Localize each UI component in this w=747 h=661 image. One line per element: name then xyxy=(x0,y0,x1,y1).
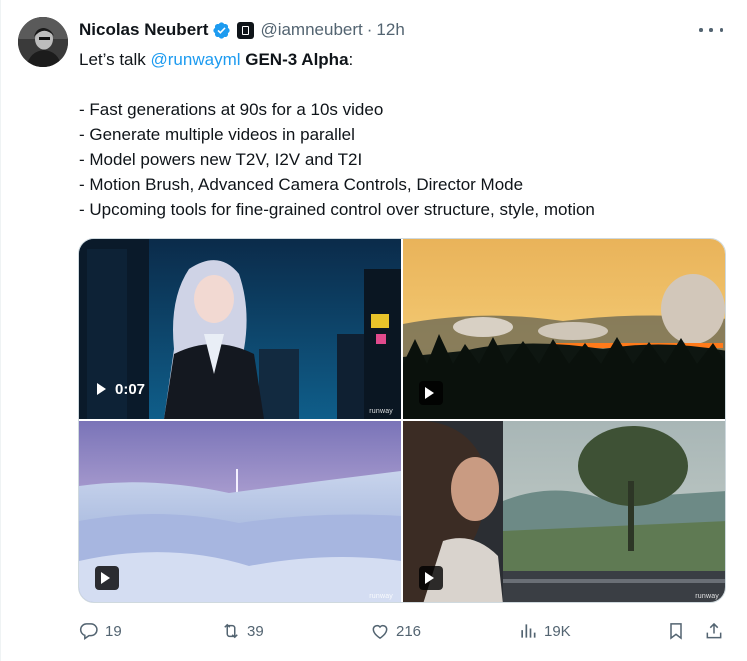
repost-button[interactable]: 39 xyxy=(221,618,264,644)
intro-suffix: : xyxy=(348,50,354,69)
views-button[interactable]: 19K xyxy=(518,618,571,644)
video-thumbnail-3[interactable]: runway xyxy=(79,421,401,602)
view-count: 19K xyxy=(544,622,571,640)
verified-badge-icon[interactable] xyxy=(212,21,231,40)
video-thumbnail-2[interactable] xyxy=(403,239,725,419)
timestamp[interactable]: 12h xyxy=(376,20,404,40)
video-thumbnail-1[interactable]: 0:07 runway xyxy=(79,239,401,419)
watermark: runway xyxy=(369,408,393,415)
analytics-icon xyxy=(521,624,536,638)
tweet-text: Let’s talk @runwayml GEN-3 Alpha: - Fast… xyxy=(79,47,729,222)
play-button[interactable] xyxy=(95,566,119,590)
action-bar: 19 39 216 19K xyxy=(79,618,729,644)
reply-button[interactable]: 19 xyxy=(79,618,122,644)
heart-icon xyxy=(372,624,388,639)
play-icon xyxy=(425,387,434,399)
bullet-item: - Fast generations at 90s for a 10s vide… xyxy=(79,100,384,119)
play-icon xyxy=(97,383,106,395)
more-options-icon[interactable] xyxy=(699,20,723,40)
reply-count: 19 xyxy=(105,622,122,640)
affiliate-badge-icon[interactable] xyxy=(237,21,255,39)
bullet-item: - Upcoming tools for fine-grained contro… xyxy=(79,200,595,219)
bullet-item: - Motion Brush, Advanced Camera Controls… xyxy=(79,175,524,194)
video-thumbnail-4[interactable]: runway xyxy=(403,421,725,602)
like-count: 216 xyxy=(396,622,422,640)
play-button[interactable] xyxy=(419,381,443,405)
reply-icon xyxy=(79,623,98,640)
play-button[interactable] xyxy=(419,566,443,590)
bullet-item: - Model powers new T2V, I2V and T2I xyxy=(79,150,363,169)
author-handle[interactable]: @iamneubert xyxy=(260,20,362,40)
tweet-header: Nicolas Neubert @iamneubert · 12h xyxy=(79,18,405,42)
play-icon xyxy=(425,572,434,584)
separator-dot: · xyxy=(366,20,373,39)
video-duration: 0:07 xyxy=(115,380,146,398)
like-button[interactable]: 216 xyxy=(370,618,421,644)
repost-icon xyxy=(224,623,238,639)
repost-count: 39 xyxy=(247,622,264,640)
bookmark-button[interactable] xyxy=(666,618,686,644)
watermark: runway xyxy=(369,593,393,600)
play-icon xyxy=(101,572,110,584)
tweet-card[interactable]: Nicolas Neubert @iamneubert · 12h Let’s … xyxy=(0,0,747,661)
mention-link[interactable]: @runwayml xyxy=(151,50,241,69)
share-icon xyxy=(706,622,722,639)
watermark: runway xyxy=(695,593,719,600)
avatar[interactable] xyxy=(18,17,68,67)
bookmark-icon xyxy=(670,623,682,640)
author-name[interactable]: Nicolas Neubert xyxy=(79,20,208,40)
share-button[interactable] xyxy=(704,618,724,644)
media-grid: 0:07 runway runway runway xyxy=(78,238,726,603)
video-duration-overlay: 0:07 xyxy=(97,377,145,401)
bullet-item: - Generate multiple videos in parallel xyxy=(79,125,355,144)
intro-bold: GEN-3 Alpha xyxy=(245,50,349,69)
tweet-intro-line: Let’s talk @runwayml GEN-3 Alpha: xyxy=(79,47,729,72)
intro-prefix: Let’s talk xyxy=(79,50,151,69)
